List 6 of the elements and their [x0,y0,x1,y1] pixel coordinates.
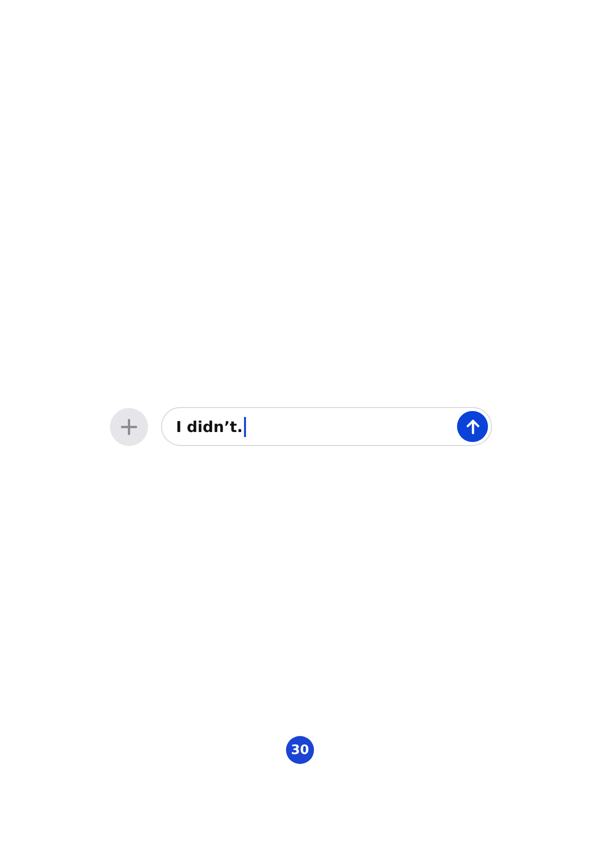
plus-icon [121,418,137,434]
message-field[interactable]: I didn’t. [161,407,492,446]
up-arrow-icon [466,418,480,434]
page-number: 30 [286,736,314,764]
add-button[interactable] [110,408,148,446]
send-button[interactable] [457,411,488,442]
